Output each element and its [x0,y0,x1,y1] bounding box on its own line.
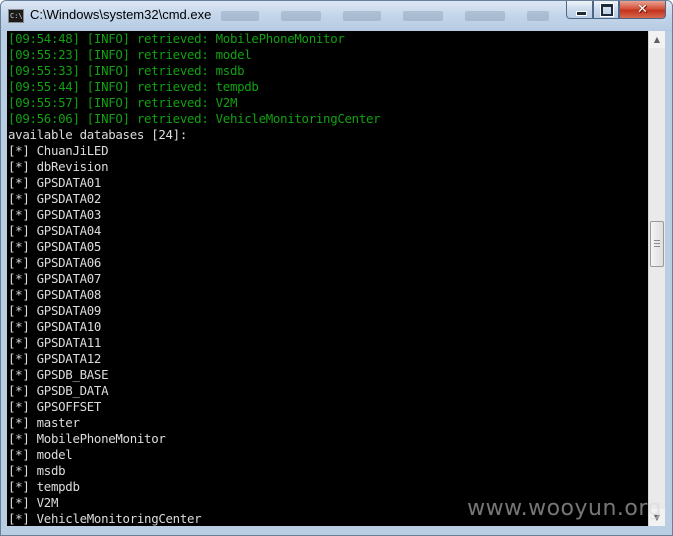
console-line: [*] GPSDATA04 [8,223,102,238]
console-line: [*] tempdb [8,479,80,494]
console-line: [*] ChuanJiLED [8,143,109,158]
watermark: www.wooyun.org [467,496,662,521]
title-bar[interactable]: C:\ C:\Windows\system32\cmd.exe ✕ [1,1,672,31]
console-line: [*] GPSDB_DATA [8,383,109,398]
console-line: [*] GPSDATA09 [8,303,102,318]
console-line: [*] model [8,447,73,462]
console-line: [*] GPSDATA06 [8,255,102,270]
log-info-line: [09:55:44] [INFO] retrieved: tempdb [8,79,259,94]
scrollbar-thumb[interactable] [650,221,664,267]
console-line: available databases [24]: [8,127,187,142]
reflection-block [527,11,549,21]
window-bottom-frame [1,526,672,535]
console-output[interactable]: [09:54:48] [INFO] retrieved: MobilePhone… [7,31,648,526]
minimize-button[interactable] [566,1,593,19]
console-line: [*] MobilePhoneMonitor [8,431,166,446]
console-lines: [09:54:48] [INFO] retrieved: MobilePhone… [8,31,381,526]
vertical-scrollbar[interactable]: ▲ ▼ [648,31,665,526]
console-line: [*] GPSDATA05 [8,239,102,254]
title-bar-reflection [221,5,551,25]
console-line: [*] GPSDATA01 [8,175,102,190]
window-title: C:\Windows\system32\cmd.exe [30,7,212,22]
reflection-block [465,11,505,21]
log-info-line: [09:56:06] [INFO] retrieved: VehicleMoni… [8,111,381,126]
cmd-window: C:\ C:\Windows\system32\cmd.exe ✕ [09:54… [0,0,673,536]
log-info-line: [09:55:23] [INFO] retrieved: model [8,47,252,62]
console-line: [*] GPSDATA08 [8,287,102,302]
console-line: [*] GPSDATA11 [8,335,102,350]
console-line: [*] master [8,415,80,430]
console-line: [*] V2M [8,495,59,510]
console-line: [*] GPSDB_BASE [8,367,109,382]
console-line: [*] GPSDATA03 [8,207,102,222]
reflection-block [221,11,259,21]
log-info-line: [09:54:48] [INFO] retrieved: MobilePhone… [8,31,345,46]
scroll-up-arrow-icon[interactable]: ▲ [649,31,665,48]
minimize-icon [576,11,587,16]
reflection-block [281,11,321,21]
maximize-icon [601,4,613,16]
console-line: [*] VehicleMonitoringCenter [8,511,202,526]
console-line: [*] GPSOFFSET [8,399,102,414]
reflection-block [403,11,443,21]
thumb-grip [654,240,660,241]
log-info-line: [09:55:57] [INFO] retrieved: V2M [8,95,238,110]
console-line: [*] GPSDATA12 [8,351,102,366]
log-info-line: [09:55:33] [INFO] retrieved: msdb [8,63,245,78]
console-line: [*] msdb [8,463,66,478]
close-button[interactable]: ✕ [619,1,666,19]
console-line: [*] dbRevision [8,159,109,174]
cmd-icon[interactable]: C:\ [8,9,24,23]
console-line: [*] GPSDATA07 [8,271,102,286]
console-line: [*] GPSDATA02 [8,191,102,206]
console-line: [*] GPSDATA10 [8,319,102,334]
close-icon: ✕ [637,2,648,17]
thumb-grip [654,243,660,244]
reflection-block [343,11,381,21]
maximize-button[interactable] [593,1,619,19]
thumb-grip [654,246,660,247]
